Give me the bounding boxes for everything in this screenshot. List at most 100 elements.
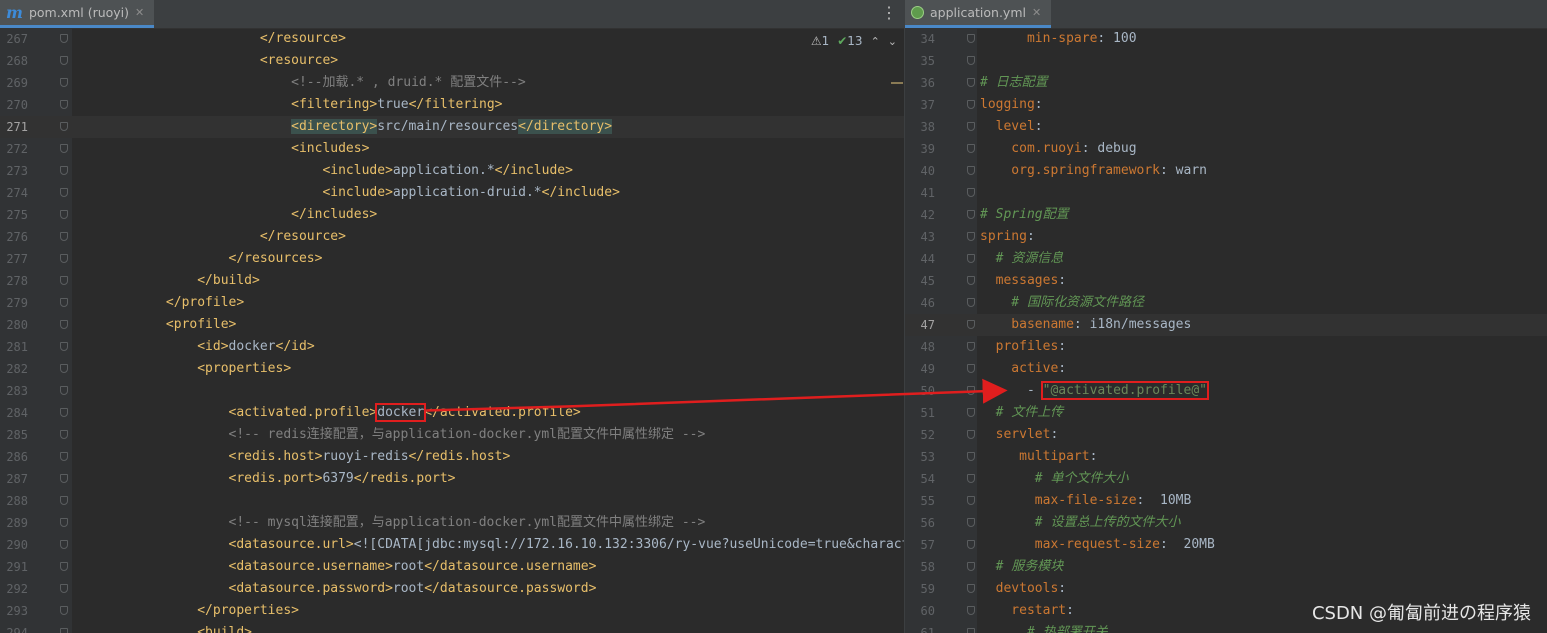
fold-icon[interactable] [60,342,68,351]
fold-icon[interactable] [60,584,68,593]
line-number[interactable]: 291 [0,556,28,578]
code-line[interactable]: 278 </build> [0,270,905,292]
fold-icon[interactable] [60,144,68,153]
fold-icon[interactable] [60,628,68,633]
code-line[interactable]: 276 </resource> [0,226,905,248]
line-number[interactable]: 61 [905,622,935,633]
code-line[interactable]: 277 </resources> [0,248,905,270]
code-line[interactable]: 280 <profile> [0,314,905,336]
close-icon[interactable]: ✕ [1032,6,1041,19]
code-line[interactable]: 275 </includes> [0,204,905,226]
chevron-down-icon[interactable]: ⌄ [888,35,897,48]
fold-icon[interactable] [60,364,68,373]
code-line[interactable]: 54 # 单个文件大小 [905,468,1547,490]
line-number[interactable]: 34 [905,28,935,50]
code-line[interactable]: 38 level: [905,116,1547,138]
yml-editor-pane[interactable]: application.yml ✕ 34 min-spare: 100 35 36 #… [905,0,1547,633]
code-line[interactable]: 36 # 日志配置 [905,72,1547,94]
line-number[interactable]: 271 [0,116,28,138]
fold-icon[interactable] [967,518,975,527]
fold-icon[interactable] [967,342,975,351]
line-number[interactable]: 282 [0,358,28,380]
line-number[interactable]: 50 [905,380,935,402]
line-number[interactable]: 288 [0,490,28,512]
line-number[interactable]: 274 [0,182,28,204]
fold-icon[interactable] [60,496,68,505]
code-line[interactable]: 35 [905,50,1547,72]
code-line[interactable]: 48 profiles: [905,336,1547,358]
code-line[interactable]: 293 </properties> [0,600,905,622]
code-line[interactable]: 44 # 资源信息 [905,248,1547,270]
fold-icon[interactable] [967,364,975,373]
fold-icon[interactable] [60,606,68,615]
line-number[interactable]: 40 [905,160,935,182]
line-number[interactable]: 268 [0,50,28,72]
tab-application-yml[interactable]: application.yml ✕ [905,0,1052,28]
fold-icon[interactable] [60,298,68,307]
line-number[interactable]: 270 [0,94,28,116]
line-number[interactable]: 58 [905,556,935,578]
code-line[interactable]: 53 multipart: [905,446,1547,468]
line-number[interactable]: 283 [0,380,28,402]
line-number[interactable]: 48 [905,336,935,358]
fold-icon[interactable] [60,518,68,527]
code-line[interactable]: 294 <build> [0,622,905,633]
code-line[interactable]: 283 [0,380,905,402]
code-line[interactable]: 58 # 服务模块 [905,556,1547,578]
line-number[interactable]: 38 [905,116,935,138]
fold-icon[interactable] [60,562,68,571]
line-number[interactable]: 290 [0,534,28,556]
line-number[interactable]: 285 [0,424,28,446]
fold-icon[interactable] [60,78,68,87]
line-number[interactable]: 45 [905,270,935,292]
line-number[interactable]: 280 [0,314,28,336]
line-number[interactable]: 60 [905,600,935,622]
tab-pom-xml[interactable]: m pom.xml (ruoyi) ✕ [0,0,155,28]
fold-icon[interactable] [967,56,975,65]
code-line[interactable]: 39 com.ruoyi: debug [905,138,1547,160]
fold-icon[interactable] [967,232,975,241]
code-line[interactable]: 290 <datasource.url><![CDATA[jdbc:mysql:… [0,534,905,556]
fold-icon[interactable] [967,276,975,285]
code-line[interactable]: 271 <directory>src/main/resources</direc… [0,116,905,138]
fold-icon[interactable] [967,628,975,633]
line-number[interactable]: 47 [905,314,935,336]
fold-icon[interactable] [967,166,975,175]
line-number[interactable]: 294 [0,622,28,633]
line-number[interactable]: 287 [0,468,28,490]
line-number[interactable]: 42 [905,204,935,226]
line-number[interactable]: 269 [0,72,28,94]
code-line[interactable]: 46 # 国际化资源文件路径 [905,292,1547,314]
line-number[interactable]: 59 [905,578,935,600]
code-line[interactable]: 279 </profile> [0,292,905,314]
code-line[interactable]: 59 devtools: [905,578,1547,600]
code-line[interactable]: 272 <includes> [0,138,905,160]
fold-icon[interactable] [967,188,975,197]
code-lines[interactable]: 267 </resource> 268 <resource> 269 <!--加载.… [0,28,905,633]
fold-icon[interactable] [967,254,975,263]
line-number[interactable]: 276 [0,226,28,248]
line-number[interactable]: 292 [0,578,28,600]
code-line[interactable]: 288 [0,490,905,512]
line-number[interactable]: 57 [905,534,935,556]
code-line[interactable]: 34 min-spare: 100 [905,28,1547,50]
code-line[interactable]: 268 <resource> [0,50,905,72]
fold-icon[interactable] [967,452,975,461]
code-line[interactable]: 47 basename: i18n/messages [905,314,1547,336]
code-line[interactable]: 292 <datasource.password>root</datasourc… [0,578,905,600]
code-line[interactable]: 56 # 设置总上传的文件大小 [905,512,1547,534]
line-number[interactable]: 286 [0,446,28,468]
fold-icon[interactable] [967,298,975,307]
chevron-up-icon[interactable]: ⌃ [871,35,880,48]
code-line[interactable]: 286 <redis.host>ruoyi-redis</redis.host> [0,446,905,468]
fold-icon[interactable] [60,122,68,131]
code-lines[interactable]: 34 min-spare: 100 35 36 # 日志配置 37 logging: 38 … [905,28,1547,633]
code-line[interactable]: 49 active: [905,358,1547,380]
fold-icon[interactable] [60,474,68,483]
fold-icon[interactable] [60,386,68,395]
line-number[interactable]: 272 [0,138,28,160]
line-number[interactable]: 46 [905,292,935,314]
code-line[interactable]: 45 messages: [905,270,1547,292]
inspection-widget[interactable]: ⚠1 ✔13 ⌃ ⌄ [811,34,897,48]
fold-icon[interactable] [60,540,68,549]
